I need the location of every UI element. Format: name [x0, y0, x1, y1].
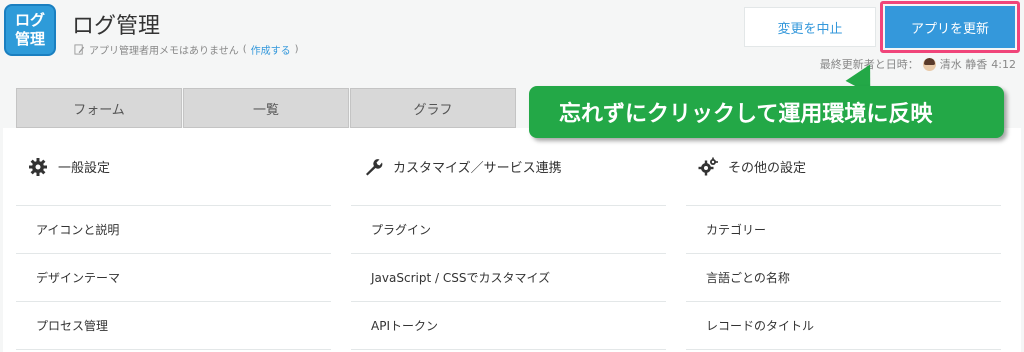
update-app-button[interactable]: アプリを更新	[885, 6, 1015, 48]
app-icon-text-1: ログ	[14, 11, 45, 29]
avatar	[922, 57, 936, 71]
gears-icon	[698, 157, 718, 175]
settings-link-category[interactable]: カテゴリー	[686, 206, 1001, 254]
app-icon: ログ 管理	[4, 4, 56, 56]
gear-icon	[29, 157, 47, 176]
column-title: その他の設定	[728, 161, 807, 176]
app-memo: アプリ管理者用メモはありません ( 作成する)	[74, 42, 299, 57]
pencil-icon	[74, 44, 85, 55]
general-settings-column: 一般設定 アイコンと説明 デザインテーマ プロセス管理	[16, 128, 331, 350]
last-updated-time: 4:12	[991, 57, 1016, 71]
settings-link-api-token[interactable]: APIトークン	[351, 302, 666, 350]
memo-link-paren-close: )	[294, 44, 299, 55]
last-updated-info: 最終更新者と日時： 清水 静香 4:12	[820, 56, 1016, 72]
settings-link-record-title[interactable]: レコードのタイトル	[686, 302, 1001, 350]
create-memo-link[interactable]: 作成する	[251, 42, 291, 57]
memo-text: アプリ管理者用メモはありません	[89, 46, 239, 57]
tab-form[interactable]: フォーム	[16, 88, 182, 128]
annotation-callout: 忘れずにクリックして運用環境に反映	[529, 86, 1004, 138]
app-title: ログ管理	[72, 14, 161, 39]
tab-list[interactable]: 一覧	[183, 88, 349, 128]
settings-link-plugins[interactable]: プラグイン	[351, 206, 666, 254]
cancel-changes-button[interactable]: 変更を中止	[744, 7, 876, 47]
app-icon-text-2: 管理	[14, 30, 45, 48]
column-title: カスタマイズ／サービス連携	[393, 161, 562, 176]
settings-link-design-theme[interactable]: デザインテーマ	[16, 254, 331, 302]
settings-link-process-management[interactable]: プロセス管理	[16, 302, 331, 350]
tab-graph[interactable]: グラフ	[350, 88, 516, 128]
customize-column: カスタマイズ／サービス連携 プラグイン JavaScript / CSSでカスタ…	[351, 128, 666, 350]
update-button-highlight: アプリを更新	[880, 1, 1020, 53]
column-header: カスタマイズ／サービス連携	[351, 128, 666, 206]
column-header: その他の設定	[686, 128, 1001, 206]
settings-link-icon-description[interactable]: アイコンと説明	[16, 206, 331, 254]
other-settings-column: その他の設定 カテゴリー 言語ごとの名称 レコードのタイトル	[686, 128, 1001, 350]
column-header: 一般設定	[16, 128, 331, 206]
settings-link-localized-names[interactable]: 言語ごとの名称	[686, 254, 1001, 302]
last-updated-user[interactable]: 清水 静香	[940, 56, 988, 72]
settings-link-js-css[interactable]: JavaScript / CSSでカスタマイズ	[351, 254, 666, 302]
wrench-icon	[366, 158, 383, 175]
column-title: 一般設定	[58, 161, 111, 176]
settings-panel: 一般設定 アイコンと説明 デザインテーマ プロセス管理 カスタマイズ／サービス連…	[3, 128, 1021, 352]
memo-link-paren-open: (	[242, 44, 247, 55]
settings-tabs: フォーム 一覧 グラフ	[16, 88, 517, 128]
